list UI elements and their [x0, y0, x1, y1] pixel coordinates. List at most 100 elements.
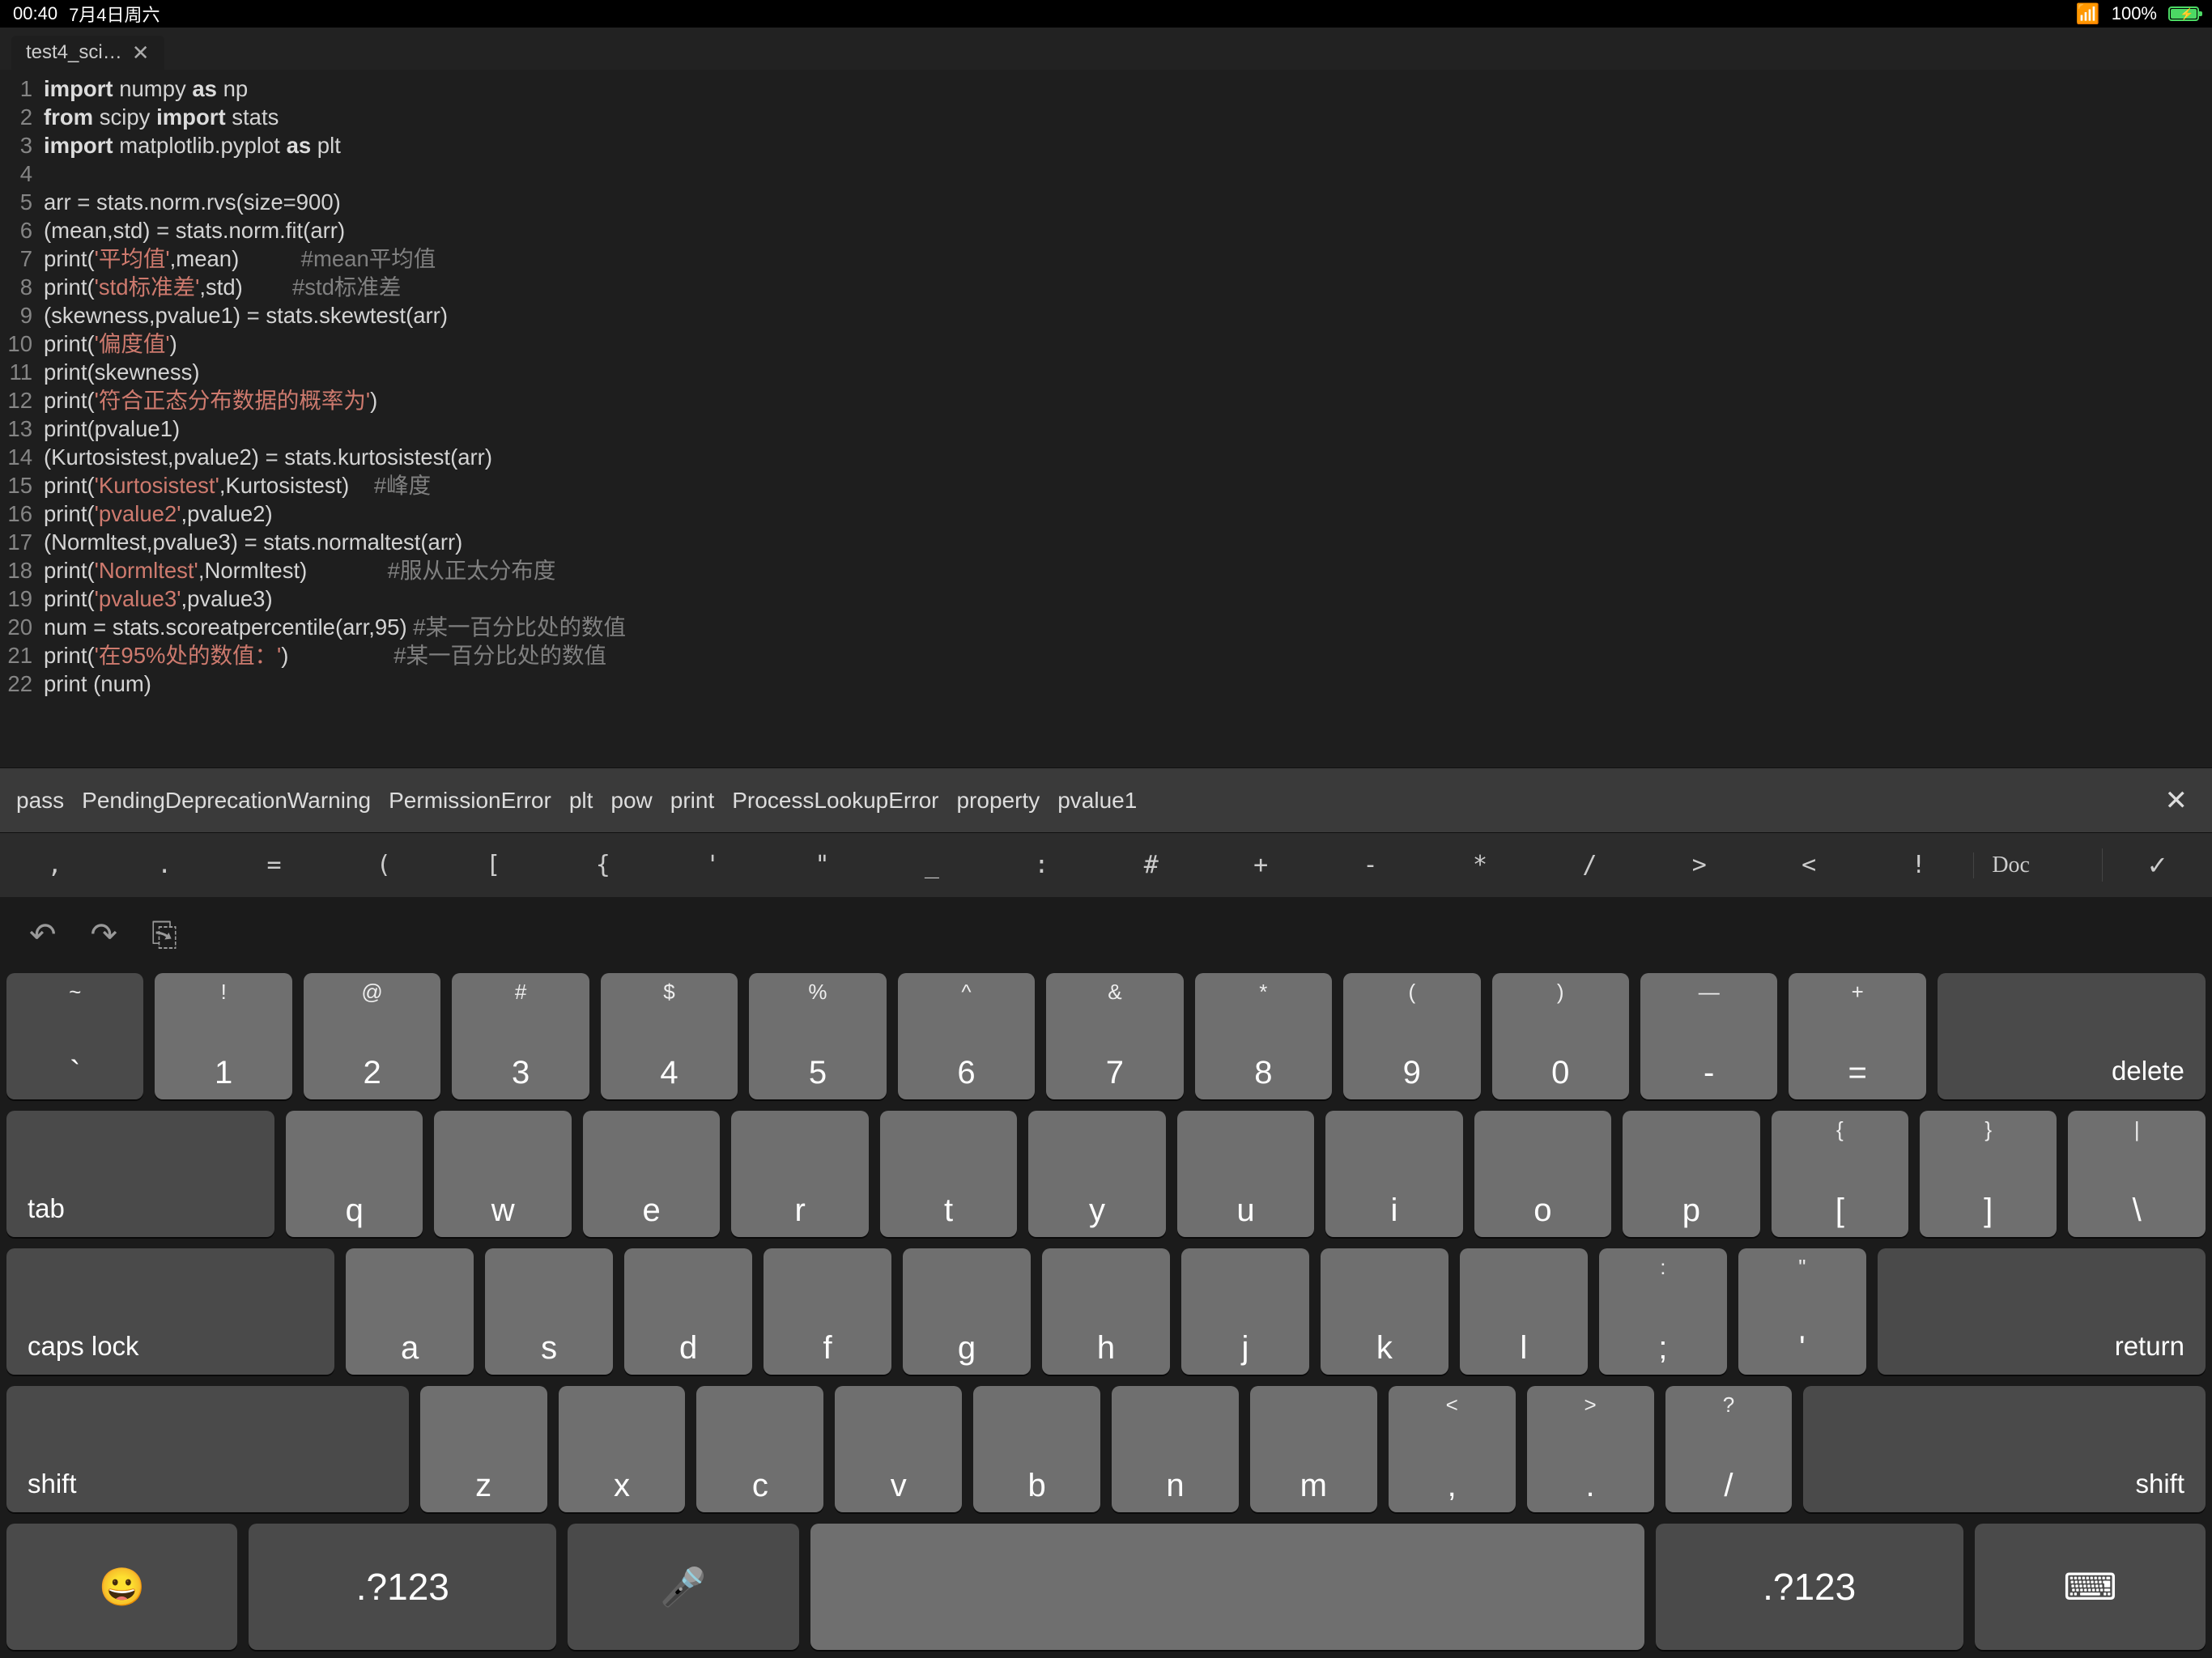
autocomplete-suggestion[interactable]: pow	[610, 788, 652, 814]
symbol-key[interactable]: {	[548, 851, 657, 879]
key-j[interactable]: j	[1181, 1248, 1309, 1375]
autocomplete-suggestion[interactable]: pvalue1	[1057, 788, 1137, 814]
key-shift[interactable]: shift	[6, 1386, 409, 1512]
key-1[interactable]: !1	[155, 973, 291, 1099]
symbol-key[interactable]: >	[1644, 851, 1754, 879]
code-line[interactable]: 20num = stats.scoreatpercentile(arr,95) …	[0, 613, 2212, 641]
key-9[interactable]: (9	[1343, 973, 1480, 1099]
key-g[interactable]: g	[903, 1248, 1031, 1375]
close-icon[interactable]: ✕	[132, 40, 150, 66]
key-,[interactable]: <,	[1389, 1386, 1516, 1512]
autocomplete-suggestion[interactable]: plt	[569, 788, 593, 814]
code-line[interactable]: 12print('符合正态分布数据的概率为')	[0, 386, 2212, 414]
key-][interactable]: }]	[1920, 1111, 2057, 1237]
key-😀[interactable]: 😀	[6, 1524, 237, 1650]
code-line[interactable]: 13print(pvalue1)	[0, 414, 2212, 443]
code-text[interactable]: num = stats.scoreatpercentile(arr,95) #某…	[44, 613, 626, 641]
key-s[interactable]: s	[485, 1248, 613, 1375]
key-c[interactable]: c	[696, 1386, 823, 1512]
key-🎤[interactable]: 🎤	[568, 1524, 798, 1650]
key-/[interactable]: ?/	[1665, 1386, 1793, 1512]
code-line[interactable]: 1import numpy as np	[0, 74, 2212, 103]
symbol-key[interactable]: =	[219, 851, 329, 879]
key-`[interactable]: ~`	[6, 973, 143, 1099]
key-r[interactable]: r	[731, 1111, 868, 1237]
code-text[interactable]: (Normltest,pvalue3) = stats.normaltest(a…	[44, 528, 462, 556]
key-n[interactable]: n	[1112, 1386, 1239, 1512]
code-text[interactable]: print('偏度值')	[44, 329, 177, 358]
key-\[interactable]: |\	[2068, 1111, 2205, 1237]
key-x[interactable]: x	[559, 1386, 686, 1512]
code-text[interactable]: from scipy import stats	[44, 103, 279, 131]
key-v[interactable]: v	[835, 1386, 962, 1512]
symbol-key[interactable]: +	[1206, 851, 1315, 879]
symbol-key[interactable]: (	[329, 851, 438, 879]
code-line[interactable]: 19print('pvalue3',pvalue3)	[0, 585, 2212, 613]
code-text[interactable]: print(pvalue1)	[44, 414, 180, 443]
key-k[interactable]: k	[1321, 1248, 1448, 1375]
key-i[interactable]: i	[1325, 1111, 1462, 1237]
code-editor[interactable]: 1import numpy as np2from scipy import st…	[0, 70, 2212, 767]
symbol-key[interactable]: *	[1425, 851, 1534, 879]
code-line[interactable]: 11print(skewness)	[0, 358, 2212, 386]
symbol-key[interactable]: '	[657, 851, 767, 879]
autocomplete-suggestion[interactable]: property	[956, 788, 1040, 814]
code-text[interactable]: print('pvalue2',pvalue2)	[44, 500, 273, 528]
key-0[interactable]: )0	[1492, 973, 1629, 1099]
code-text[interactable]: print(skewness)	[44, 358, 200, 386]
key-caps-lock[interactable]: caps lock	[6, 1248, 334, 1375]
key-z[interactable]: z	[420, 1386, 547, 1512]
doc-button[interactable]: Doc	[1973, 852, 2101, 878]
undo-icon[interactable]: ↶	[29, 916, 57, 954]
key-6[interactable]: ^6	[898, 973, 1035, 1099]
autocomplete-suggestion[interactable]: PermissionError	[389, 788, 551, 814]
code-text[interactable]: print('在95%处的数值：') #某一百分比处的数值	[44, 641, 606, 670]
code-line[interactable]: 2from scipy import stats	[0, 103, 2212, 131]
code-line[interactable]: 14(Kurtosistest,pvalue2) = stats.kurtosi…	[0, 443, 2212, 471]
code-line[interactable]: 5arr = stats.norm.rvs(size=900)	[0, 188, 2212, 216]
key--[interactable]: —-	[1640, 973, 1777, 1099]
close-icon[interactable]: ✕	[2157, 784, 2197, 817]
code-text[interactable]: (skewness,pvalue1) = stats.skewtest(arr)	[44, 301, 448, 329]
symbol-key[interactable]: /	[1535, 851, 1644, 879]
key-delete[interactable]: delete	[1938, 973, 2206, 1099]
code-text[interactable]: print('pvalue3',pvalue3)	[44, 585, 273, 613]
code-text[interactable]: print('std标准差',std) #std标准差	[44, 273, 401, 301]
key-5[interactable]: %5	[749, 973, 886, 1099]
key-.?123[interactable]: .?123	[1656, 1524, 1963, 1650]
symbol-key[interactable]: !	[1864, 851, 1973, 879]
key-f[interactable]: f	[764, 1248, 891, 1375]
symbol-key[interactable]: #	[1096, 851, 1206, 879]
code-text[interactable]: print('Normltest',Normltest) #服从正太分布度	[44, 556, 555, 585]
key-w[interactable]: w	[434, 1111, 571, 1237]
autocomplete-suggestion[interactable]: ProcessLookupError	[732, 788, 938, 814]
code-text[interactable]: print (num)	[44, 670, 151, 698]
key-o[interactable]: o	[1474, 1111, 1611, 1237]
code-line[interactable]: 15print('Kurtosistest',Kurtosistest) #峰度	[0, 471, 2212, 500]
code-text[interactable]: import numpy as np	[44, 74, 248, 103]
key-tab[interactable]: tab	[6, 1111, 274, 1237]
autocomplete-suggestion[interactable]: PendingDeprecationWarning	[82, 788, 371, 814]
code-text[interactable]: (mean,std) = stats.norm.fit(arr)	[44, 216, 345, 244]
key-=[interactable]: +=	[1789, 973, 1925, 1099]
key-⌨[interactable]: ⌨	[1975, 1524, 2206, 1650]
key-'[interactable]: "'	[1738, 1248, 1866, 1375]
key-q[interactable]: q	[286, 1111, 423, 1237]
code-line[interactable]: 10print('偏度值')	[0, 329, 2212, 358]
key-t[interactable]: t	[880, 1111, 1017, 1237]
code-line[interactable]: 4	[0, 159, 2212, 188]
code-text[interactable]: print('平均值',mean) #mean平均值	[44, 244, 436, 273]
clipboard-icon[interactable]: ⎘	[151, 917, 177, 954]
symbol-key[interactable]: :	[987, 851, 1096, 879]
symbol-key[interactable]: .	[109, 851, 219, 879]
key-p[interactable]: p	[1623, 1111, 1759, 1237]
key-e[interactable]: e	[583, 1111, 720, 1237]
code-line[interactable]: 6(mean,std) = stats.norm.fit(arr)	[0, 216, 2212, 244]
symbol-key[interactable]: -	[1316, 851, 1425, 879]
symbol-key[interactable]: _	[877, 851, 986, 879]
code-line[interactable]: 17(Normltest,pvalue3) = stats.normaltest…	[0, 528, 2212, 556]
code-text[interactable]: (Kurtosistest,pvalue2) = stats.kurtosist…	[44, 443, 492, 471]
confirm-icon[interactable]: ✓	[2102, 848, 2212, 882]
code-line[interactable]: 22print (num)	[0, 670, 2212, 698]
code-line[interactable]: 7print('平均值',mean) #mean平均值	[0, 244, 2212, 273]
